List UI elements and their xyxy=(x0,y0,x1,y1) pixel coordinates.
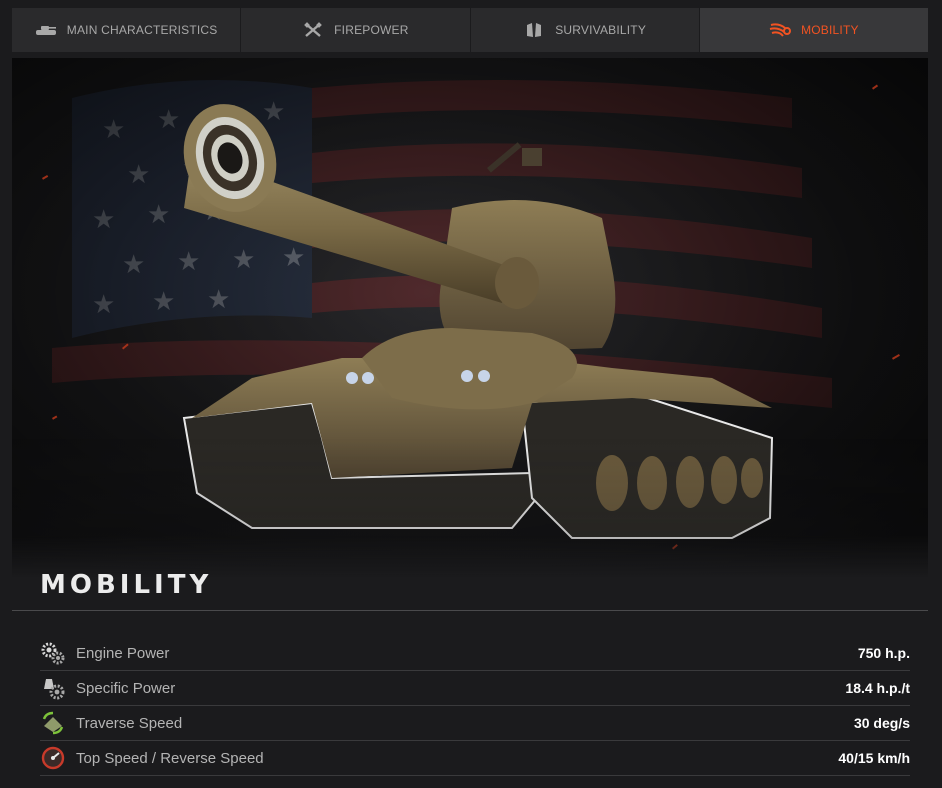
mobility-stats-list: Engine Power 750 h.p. Specific Power 18.… xyxy=(40,636,910,776)
stat-value: 40/15 km/h xyxy=(838,750,910,766)
armor-plates-icon xyxy=(523,22,545,38)
section-title: MOBILITY xyxy=(40,570,213,600)
characteristics-tabs: MAIN CHARACTERISTICS FIREPOWER SURVIVABI… xyxy=(12,8,928,52)
stat-value: 30 deg/s xyxy=(853,715,910,731)
tab-firepower[interactable]: FIREPOWER xyxy=(241,8,471,52)
stat-row-engine-power: Engine Power 750 h.p. xyxy=(40,636,910,671)
tank-illustration: ★ ★ ★ ★ ★ ★ ★ ★ ★ ★ ★ ★ ★ ★ ★ ★ ★ xyxy=(12,58,928,578)
section-divider xyxy=(12,610,928,611)
stat-row-traverse-speed: Traverse Speed 30 deg/s xyxy=(40,706,910,741)
weight-gear-icon xyxy=(40,675,66,701)
tank-icon xyxy=(35,22,57,38)
stat-label: Specific Power xyxy=(76,679,176,697)
stat-label: Engine Power xyxy=(76,644,170,662)
speedometer-icon xyxy=(40,745,66,771)
tab-survivability[interactable]: SURVIVABILITY xyxy=(471,8,700,52)
tab-label: MAIN CHARACTERISTICS xyxy=(66,23,218,37)
traverse-arrows-icon xyxy=(40,710,66,736)
stat-label: Top Speed / Reverse Speed xyxy=(76,749,264,767)
stat-value: 18.4 h.p./t xyxy=(845,680,910,696)
stat-value: 750 h.p. xyxy=(857,645,910,661)
stat-row-top-speed: Top Speed / Reverse Speed 40/15 km/h xyxy=(40,741,910,776)
gears-icon xyxy=(40,640,66,666)
tab-label: MOBILITY xyxy=(801,23,859,37)
stat-row-specific-power: Specific Power 18.4 h.p./t xyxy=(40,671,910,706)
tab-main-characteristics[interactable]: MAIN CHARACTERISTICS xyxy=(12,8,242,52)
vehicle-details-page: MAIN CHARACTERISTICS FIREPOWER SURVIVABI… xyxy=(0,0,942,788)
tab-label: FIREPOWER xyxy=(334,23,409,37)
vehicle-hero-image: ★ ★ ★ ★ ★ ★ ★ ★ ★ ★ ★ ★ ★ ★ ★ ★ ★ xyxy=(12,58,928,578)
tab-mobility[interactable]: MOBILITY xyxy=(699,8,928,52)
speed-wings-icon xyxy=(769,22,792,38)
crossed-guns-icon xyxy=(302,22,324,38)
stat-label: Traverse Speed xyxy=(76,714,183,732)
tab-label: SURVIVABILITY xyxy=(555,23,647,37)
